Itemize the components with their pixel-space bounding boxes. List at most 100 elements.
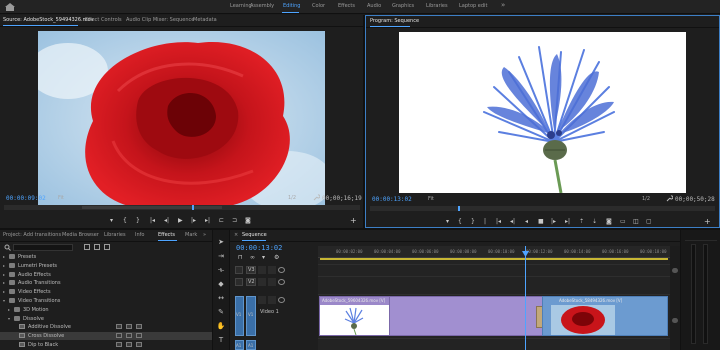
step-forward-icon[interactable]: |▸ [191,218,196,224]
program-mark-in-icon[interactable]: { [458,219,462,225]
program-safe-margins-icon[interactable]: ▢ [646,219,652,225]
effects-tree-item[interactable]: ▸ 3D Motion [0,306,212,314]
timeline-close-icon[interactable]: × [234,232,238,238]
workspace-tab-laptop-edit[interactable]: Laptop edit [459,3,487,9]
program-button-editor-button[interactable]: + [704,218,711,226]
razor-tool-icon[interactable]: ◆ [216,280,226,290]
timeline-playhead-line[interactable] [525,246,526,350]
program-lift-icon[interactable]: ⇡ [579,219,584,225]
disclosure-triangle-icon[interactable]: ▸ [3,272,5,277]
workspace-overflow-icon[interactable]: » [501,1,505,9]
source-playhead[interactable] [192,205,194,210]
add-marker-timeline-icon[interactable]: ▾ [262,255,265,261]
program-fit-dropdown[interactable]: Fit [428,196,434,202]
program-mark-out-icon[interactable]: } [471,219,475,225]
step-back-icon[interactable]: ◂| [164,218,169,224]
type-tool-icon[interactable]: T [216,336,226,346]
program-stop-icon[interactable]: ■ [538,219,544,225]
hand-tool-icon[interactable]: ✋ [216,322,226,332]
workspace-tab-learning[interactable]: Learning [230,3,252,9]
tab-metadata[interactable]: Metadata [193,17,217,23]
track-v2-lock-icon[interactable] [258,278,266,286]
program-timecode[interactable]: 00:00:13:02 [372,196,412,203]
export-frame-icon[interactable]: ◙ [245,218,251,224]
program-clear-in-icon[interactable]: | [484,219,486,225]
insert-icon[interactable]: ⊏ [219,218,224,224]
timeline-clip-span[interactable] [390,296,542,336]
effects-tree-item[interactable]: Cross Dissolve [0,332,212,341]
tab-effects[interactable]: Effects [158,232,175,238]
source-fit-dropdown[interactable]: Fit [58,195,64,201]
workspace-tab-color[interactable]: Color [312,3,325,9]
track-v3-lock-icon[interactable] [258,266,266,274]
work-area-bar[interactable] [320,258,668,260]
scroll-handle[interactable] [672,268,678,273]
disclosure-triangle-icon[interactable]: ▾ [3,298,5,303]
source-timecode[interactable]: 00:00:09:02 [6,195,46,202]
program-go-to-out-icon[interactable]: ▸| [565,219,570,225]
mark-in-icon[interactable]: { [123,218,127,224]
disclosure-triangle-icon[interactable]: ▸ [8,307,10,312]
accelerated-effects-icon[interactable] [84,244,90,250]
disclosure-triangle-icon[interactable]: ▸ [3,254,5,259]
program-extract-icon[interactable]: ⇣ [592,219,597,225]
effects-tree-item[interactable]: ▸ Video Effects [0,288,212,296]
snap-icon[interactable]: ⊓ [238,255,243,261]
timeline-clip-cornflower[interactable]: AdobeStock_59604326.mov [V] [319,296,390,336]
add-marker-icon[interactable]: ▾ [110,218,113,224]
tab-source[interactable]: Source: AdobeStock_59494326.mov [3,17,94,23]
timeline-vertical-scrollbar[interactable] [670,246,680,350]
effects-tree-item[interactable]: Additive Dissolve [0,323,212,331]
program-go-to-in-icon[interactable]: |◂ [496,219,501,225]
track-v1-sync-icon[interactable] [268,296,276,304]
effects-search-input[interactable] [13,244,73,251]
tab-media-browser[interactable]: Media Browser [62,232,99,238]
program-wrench-icon[interactable] [666,195,673,202]
workspace-tab-assembly[interactable]: Assembly [250,3,274,9]
track-v3-patch[interactable] [235,266,243,274]
timeline-timecode[interactable]: 00:00:13:02 [236,244,282,252]
scroll-handle[interactable] [672,318,678,323]
yuv-effects-icon[interactable] [104,244,110,250]
program-scrub-bar[interactable] [370,206,715,211]
program-step-back-icon[interactable]: ◂| [510,219,515,225]
tab-sequence[interactable]: Sequence [242,232,267,238]
effects-tree-item[interactable]: ▾ Video Transitions [0,297,212,305]
slip-tool-icon[interactable]: ↔ [216,294,226,304]
track-a1-target[interactable]: A1 [246,340,256,350]
source-patch-a1[interactable]: A1 [235,340,244,350]
tab-markers[interactable]: Mark [185,232,197,238]
ripple-edit-tool-icon[interactable]: ⟛ [216,266,226,276]
source-button-editor-button[interactable]: + [350,217,357,225]
tab-project[interactable]: Project: Add transitions [3,232,61,238]
tab-program[interactable]: Program: Sequence [370,18,419,24]
home-icon[interactable] [4,2,16,12]
tab-libraries[interactable]: Libraries [104,232,126,238]
track-v1-eye-icon[interactable] [278,297,285,303]
tab-audio-clip-mixer[interactable]: Audio Clip Mixer: Sequence [126,17,194,23]
track-v2-patch[interactable] [235,278,243,286]
effects-tree-item[interactable]: ▸ Audio Effects [0,271,212,279]
program-go-in-icon[interactable]: ◂ [525,219,528,225]
effects-tree-item[interactable]: ▸ Audio Transitions [0,279,212,287]
timeline-clip-rose[interactable]: AdobeStock_58494326.mov [V] [542,296,668,336]
track-v1-target[interactable]: V1 [246,296,256,336]
program-playhead[interactable] [458,206,460,211]
play-icon[interactable]: ▶ [178,218,183,224]
tab-info[interactable]: Info [135,232,144,238]
source-resolution-dropdown[interactable]: 1/2 [288,195,296,201]
workspace-tab-audio[interactable]: Audio [367,3,381,9]
disclosure-triangle-icon[interactable]: ▸ [3,280,5,285]
selection-tool-icon[interactable]: ➤ [216,238,226,248]
program-resolution-dropdown[interactable]: 1/2 [642,196,650,202]
disclosure-triangle-icon[interactable]: ▸ [3,263,5,268]
mark-out-icon[interactable]: } [136,218,140,224]
workspace-tab-effects[interactable]: Effects [338,3,355,9]
track-select-tool-icon[interactable]: ⇥ [216,252,226,262]
workspace-tab-libraries[interactable]: Libraries [426,3,448,9]
go-to-out-icon[interactable]: ▸| [205,218,210,224]
track-v2-eye-icon[interactable] [278,279,285,285]
effects-tree-item[interactable]: ▸ Lumetri Presets [0,262,212,270]
project-tabs-overflow-icon[interactable]: » [203,232,206,238]
program-vr-icon[interactable]: ◫ [633,219,639,225]
